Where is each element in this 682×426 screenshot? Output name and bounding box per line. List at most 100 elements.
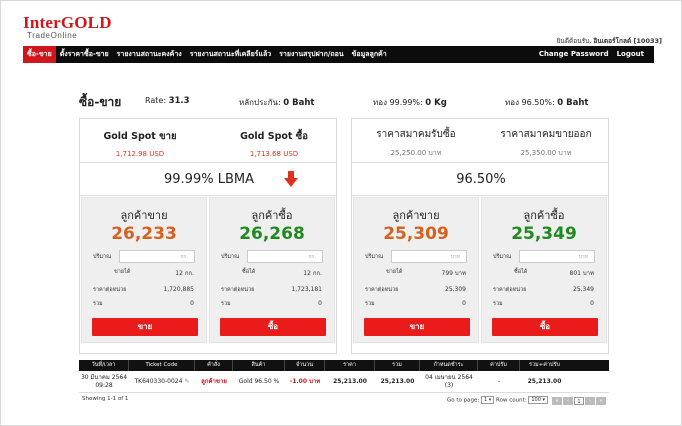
qty-sold-label: ขายได้ (386, 269, 403, 275)
qty-sold-label: ขายได้ (114, 269, 131, 275)
product-9650: 96.50% (456, 172, 506, 187)
col-fine[interactable]: ค่าปรับ (478, 360, 520, 371)
qty-sold-label: ซื้อได้ (242, 269, 256, 275)
g9650-buy-title: ลูกค้าซื้อ (523, 209, 565, 222)
due-date: 04 เมษายน 2564 (425, 373, 473, 381)
cell-due: 04 เมษายน 2564 (3) (420, 371, 478, 392)
rate-value: 31.3 (168, 96, 190, 106)
col-product[interactable]: สินค้า (233, 360, 285, 371)
total-value: 0 (590, 300, 594, 307)
spot-buy: Gold Spot ซื้อ 1,713.68 USD (214, 129, 334, 158)
main-nav: ซื้อ-ขาย ตั้งราคาซื้อ-ขาย รายงานสถานะคงค… (23, 46, 654, 63)
gold9999-label: ทอง 99.99%: (373, 98, 423, 107)
qty-label: ปริมาณ (365, 254, 384, 260)
lbma-buy-button[interactable]: ซื้อ (220, 318, 326, 336)
lbma-buy-title: ลูกค้าซื้อ (251, 209, 293, 222)
col-qty[interactable]: จำนวน (285, 360, 325, 371)
col-datetime[interactable]: วันที่/เวลา (79, 360, 129, 371)
col-grand[interactable]: รวม+ค่าปรับ (520, 360, 569, 371)
last-page-button[interactable]: » (596, 397, 606, 405)
edit-icon[interactable]: ✎ (184, 378, 189, 386)
g9650-sell-box: ลูกค้าขาย 25,309 ปริมาณ บาท ขายได้ 799 บ… (353, 197, 479, 343)
pager: « ‹ 1 › » (552, 397, 607, 405)
g9650-sell-title: ลูกค้าขาย (392, 209, 440, 222)
col-total[interactable]: รวม (375, 360, 420, 371)
qty-sold-value: 12 กก. (175, 270, 194, 277)
assoc-buy-value: 25,250.00 บาท (390, 149, 442, 157)
welcome-prefix: ยินดีต้อนรับ, (556, 37, 594, 45)
change-password-link[interactable]: Change Password (535, 46, 613, 63)
prev-page-button[interactable]: ‹ (563, 397, 573, 405)
g9650-sell-button[interactable]: ขาย (364, 318, 470, 336)
g9650-buy-qty-input[interactable]: บาท (519, 250, 595, 263)
cell-ticket: TK640330-0024 ✎ (129, 371, 195, 392)
assoc-sell-label: ราคาสมาคมขายออก (500, 129, 592, 140)
nav-item-pending-report[interactable]: รายงานสถานะคงค้าง (113, 46, 186, 63)
cell-qty: -1.00 บาท (289, 377, 321, 385)
nav-item-customer-info[interactable]: ข้อมูลลูกค้า (348, 46, 391, 63)
col-price[interactable]: ราคา (325, 360, 375, 371)
nav-item-cleared-report[interactable]: รายงานสถานะที่เคลียร์แล้ว (186, 46, 275, 63)
col-order[interactable]: คำสั่ง (195, 360, 233, 371)
nav-item-set-price[interactable]: ตั้งราคาซื้อ-ขาย (56, 46, 113, 63)
row-count-select[interactable]: 100 ▾ (528, 396, 549, 404)
cell-product: Gold 96.50 % (238, 377, 280, 385)
deposit-value: 0 Baht (283, 98, 315, 108)
cell-price: 25,213.00 (333, 377, 367, 385)
product-lbma: 99.99% LBMA (164, 172, 254, 187)
logout-link[interactable]: Logout (613, 46, 654, 63)
ticket-code: TK640330-0024 (134, 377, 183, 385)
gold9650-label: ทอง 96.50%: (505, 98, 555, 107)
nav-item-deposit-report[interactable]: รายงานสรุปฝาก/ถอน (275, 46, 347, 63)
welcome-user: อินเตอร์โกลด์ [10033] (593, 37, 662, 45)
brand-logo[interactable]: InterGOLD TradeOnline (23, 13, 112, 40)
brand-name: InterGOLD (23, 13, 112, 32)
col-ticket[interactable]: Ticket Code (129, 360, 195, 371)
lbma-sell-price: 26,233 (111, 224, 177, 244)
next-page-button[interactable]: › (585, 397, 595, 405)
assoc-sell: ราคาสมาคมขายออก 25,350.00 บาท (484, 127, 608, 159)
unit-price-value: 25,309 (445, 286, 466, 293)
unit-price-label: ราคาต่อหน่วย (365, 287, 399, 293)
col-due[interactable]: กำหนดชำระ (420, 360, 478, 371)
spot-buy-value: 1,713.68 USD (249, 150, 299, 158)
nav-item-trade[interactable]: ซื้อ-ขาย (23, 46, 56, 63)
unit-price-value: 1,720,885 (163, 286, 194, 293)
gold9999-value: 0 Kg (425, 98, 447, 108)
g9650-buy-box: ลูกค้าซื้อ 25,349 ปริมาณ บาท ซื้อได้ 801… (481, 197, 607, 343)
g9650-buy-button[interactable]: ซื้อ (492, 318, 598, 336)
gold9650-value: 0 Baht (557, 98, 589, 108)
cell-fine: - (497, 377, 501, 385)
lbma-buy-qty-input[interactable]: กก. (247, 250, 323, 263)
rowcount-label: Row count: (496, 397, 527, 404)
lbma-sell-box: ลูกค้าขาย 26,233 ปริมาณ กก. ขายได้ 12 กก… (81, 197, 207, 343)
assoc-buy-label: ราคาสมาคมรับซื้อ (376, 129, 456, 140)
table-row[interactable]: 30 มีนาคม 2564 09:28 TK640330-0024 ✎ ลูกค้… (79, 371, 609, 393)
qty-label: ปริมาณ (93, 254, 112, 260)
cell-time: 09:28 (95, 381, 113, 389)
total-value: 0 (318, 300, 322, 307)
qty-label: ปริมาณ (221, 254, 240, 260)
showing-count: Showing 1-1 of 1 (82, 396, 129, 402)
unit-price-value: 1,723,181 (291, 286, 322, 293)
goto-page-select[interactable]: 1 ▾ (481, 396, 495, 404)
rate-display: Rate: 31.3 (145, 96, 190, 106)
g9650-sell-qty-input[interactable]: บาท (391, 250, 467, 263)
total-value: 0 (462, 300, 466, 307)
qty-sold-value: 801 บาท (569, 270, 595, 277)
total-label: รวม (93, 301, 103, 307)
lbma-sell-qty-input[interactable]: กก. (119, 250, 195, 263)
g9650-buy-price: 25,349 (511, 224, 577, 244)
assoc-sell-value: 25,350.00 บาท (520, 149, 572, 157)
cell-total: 25,213.00 (380, 377, 415, 385)
deposit-label: หลักประกัน: (239, 98, 281, 107)
first-page-button[interactable]: « (552, 397, 562, 405)
lbma-sell-button[interactable]: ขาย (92, 318, 198, 336)
goto-page-value: 1 (484, 397, 488, 403)
qty-sold-label: ซื้อได้ (514, 269, 528, 275)
rate-label: Rate: (145, 96, 167, 105)
spot-buy-label: Gold Spot ซื้อ (240, 131, 308, 142)
spot-sell-label: Gold Spot ขาย (103, 131, 177, 142)
unit-price-label: ราคาต่อหน่วย (493, 287, 527, 293)
current-page-button[interactable]: 1 (574, 397, 584, 405)
